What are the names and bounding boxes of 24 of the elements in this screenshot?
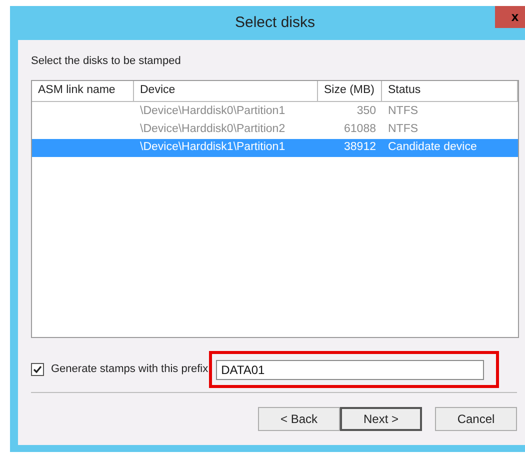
check-icon [33, 365, 42, 374]
column-header[interactable]: ASM link name [32, 80, 134, 100]
column-header[interactable]: Status [382, 80, 518, 100]
column-header[interactable]: Size (MB) [318, 80, 382, 100]
disk-list[interactable]: ASM link name Device Size (MB) Status \Device\Harddisk0\Partition1 350 NTFS \Device\Harddisk0\Partition2 61088 NTFS \Device\Harddisk1\Partition1 38912 Candidate device [31, 80, 519, 338]
window-title: Select disks [234, 12, 316, 33]
column-header[interactable]: Device [134, 80, 318, 100]
close-button[interactable]: x [495, 6, 525, 28]
table-cell-text: \Device\Harddisk1\Partition1 [139, 140, 286, 155]
table-cell-text: NTFS [387, 104, 420, 119]
prefix-checkbox[interactable] [31, 363, 44, 376]
table-cell-text: 61088 [343, 122, 377, 137]
table-cell-text: Candidate device [387, 140, 478, 155]
table-cell-text: NTFS [387, 122, 420, 137]
table-cell-text: \Device\Harddisk0\Partition1 [139, 104, 286, 119]
instruction-text: Select the disks to be stamped [31, 54, 182, 69]
prefix-field[interactable]: DATA01 [216, 360, 484, 380]
table-cell-text: 350 [356, 104, 377, 119]
wizard-button[interactable]: Cancel [435, 406, 517, 430]
wizard-button[interactable]: < Back [258, 406, 340, 430]
wizard-button[interactable]: Next > [340, 406, 422, 430]
prefix-label: Generate stamps with this prefix [51, 362, 208, 378]
table-cell-text: \Device\Harddisk0\Partition2 [139, 122, 286, 137]
table-cell-text: 38912 [343, 140, 377, 155]
